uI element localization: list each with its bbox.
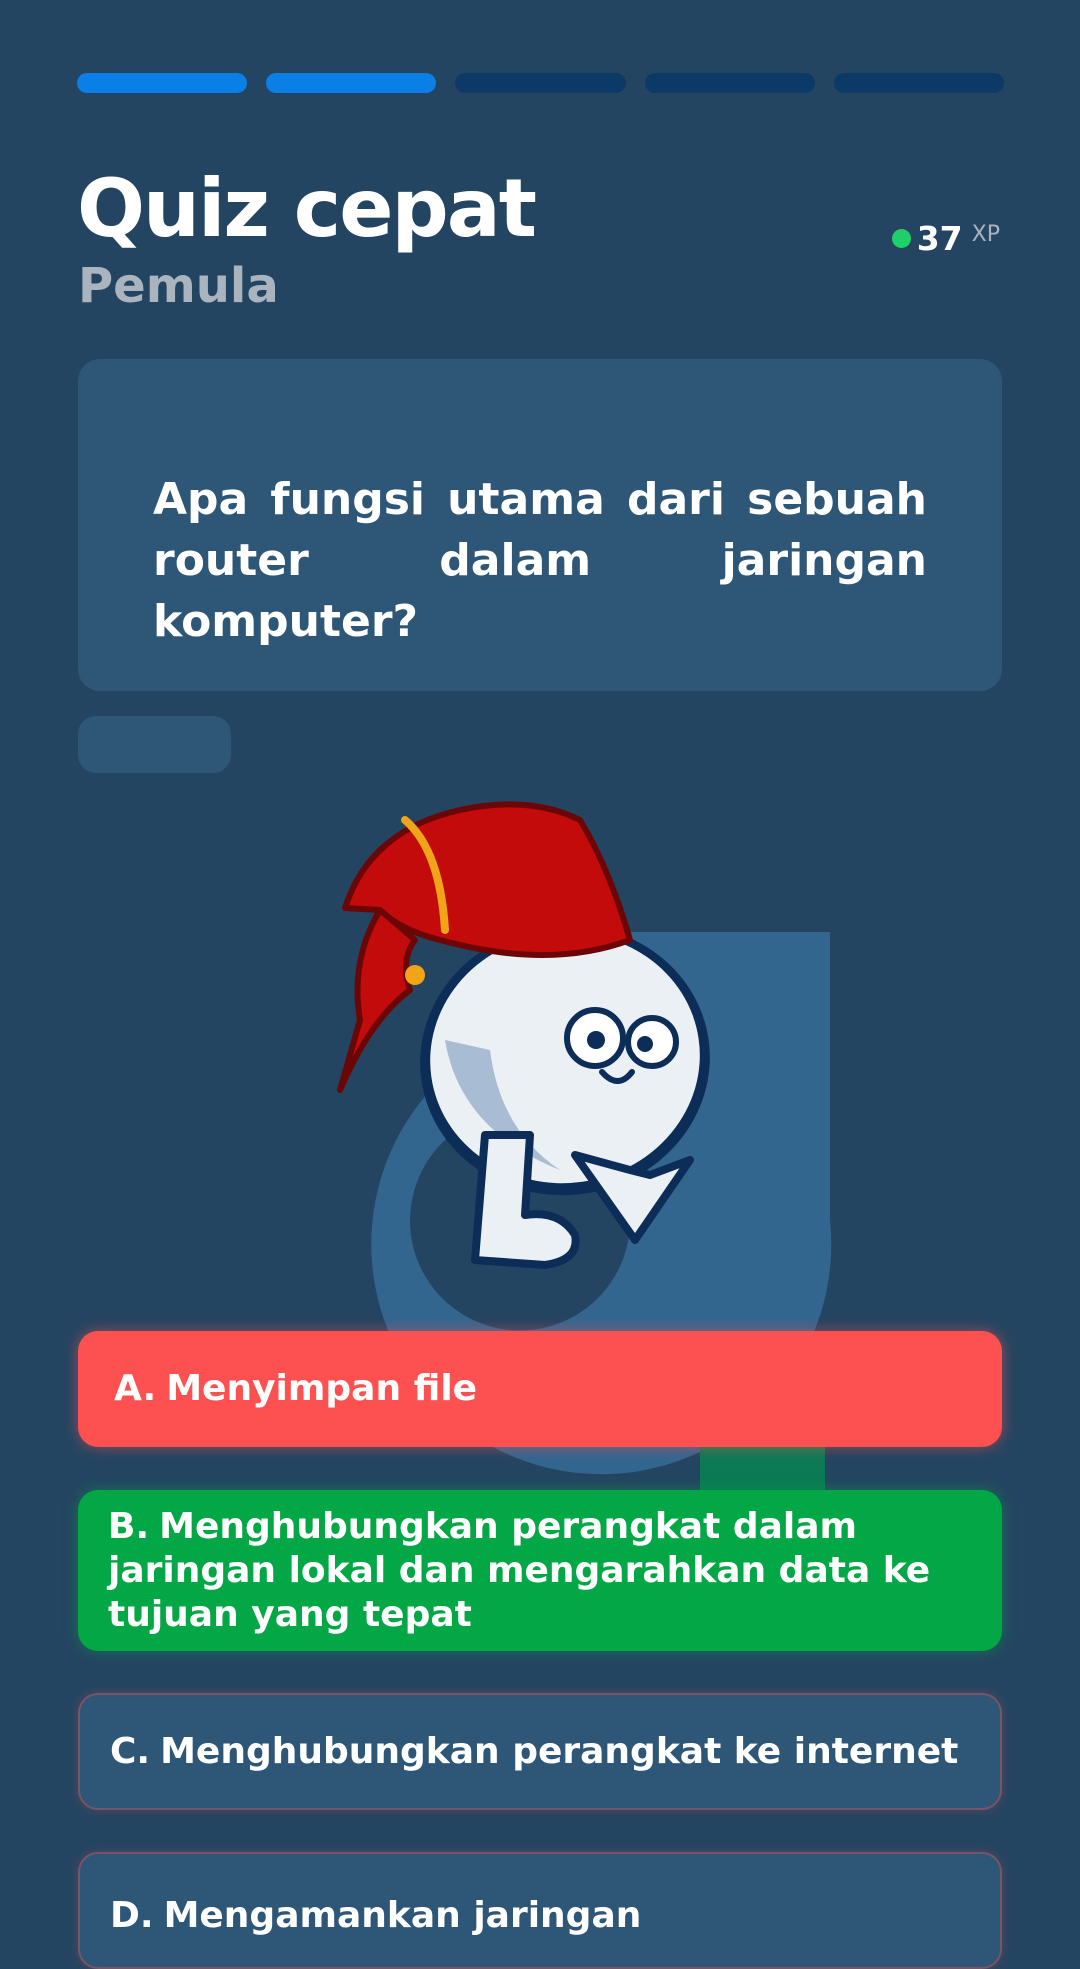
option-letter: B. xyxy=(108,1505,150,1547)
option-letter: D. xyxy=(110,1895,154,1936)
difficulty-label: Pemula xyxy=(78,258,279,314)
option-text: Menghubungkan perangkat dalam jaringan l… xyxy=(108,1505,931,1635)
hint-pill[interactable] xyxy=(78,716,231,773)
answer-option-c[interactable]: C. Menghubungkan perangkat ke internet xyxy=(78,1693,1002,1810)
answer-option-d[interactable]: D. Mengamankan jaringan xyxy=(78,1852,1002,1969)
option-letter: A. xyxy=(114,1368,157,1409)
xp-status-dot-icon xyxy=(891,228,911,248)
question-card: Apa fungsi utama dari sebuah router dala… xyxy=(78,359,1002,691)
progress-segment-4 xyxy=(644,73,815,93)
xp-badge: 37 XP xyxy=(891,218,1000,258)
option-text-wrap: B. Menghubungkan perangkat dalam jaringan… xyxy=(108,1505,968,1637)
question-text: Apa fungsi utama dari sebuah router dala… xyxy=(153,474,927,647)
answer-option-b[interactable]: B. Menghubungkan perangkat dalam jaringan… xyxy=(78,1490,1002,1651)
progress-segment-2 xyxy=(266,73,437,93)
xp-unit: XP xyxy=(971,221,1000,247)
quiz-progress-bar xyxy=(77,73,1005,93)
progress-segment-5 xyxy=(833,73,1005,93)
xp-value: 37 xyxy=(916,218,963,258)
option-text: Menyimpan file xyxy=(166,1368,478,1409)
option-letter: C. xyxy=(110,1730,151,1772)
page-title: Quiz cepat xyxy=(77,162,537,255)
progress-segment-3 xyxy=(455,73,626,93)
progress-segment-1 xyxy=(77,73,248,93)
option-text: Menghubungkan perangkat ke internet xyxy=(160,1730,959,1772)
answer-option-a[interactable]: A. Menyimpan file xyxy=(78,1331,1002,1447)
option-text: Mengamankan jaringan xyxy=(163,1895,642,1936)
